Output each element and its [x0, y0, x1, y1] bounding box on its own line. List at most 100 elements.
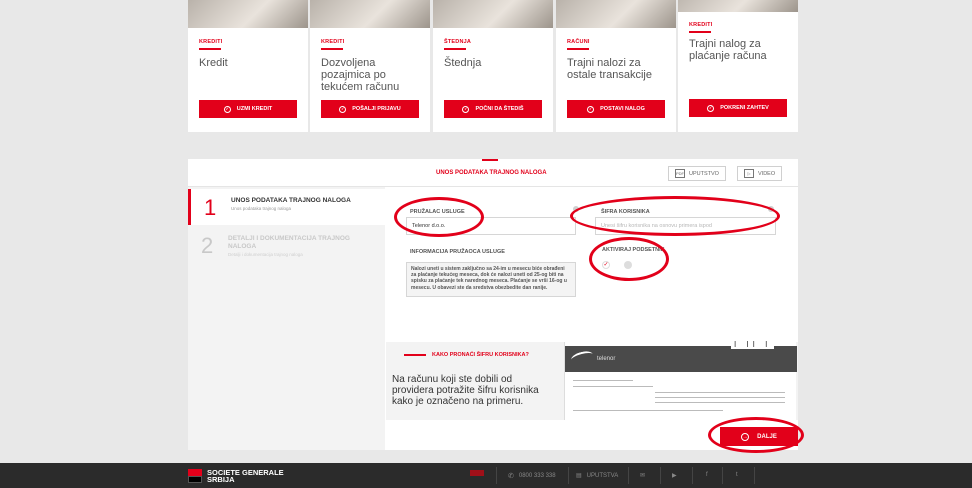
bill-line — [573, 380, 633, 381]
check-circle-icon: ✓ — [707, 104, 715, 112]
youtube-icon: ▶ — [672, 473, 677, 479]
form-title: UNOS PODATAKA TRAJNOG NALOGA — [436, 170, 547, 176]
button-label: POKRENI ZAHTEV — [720, 105, 769, 111]
button-label: POŠALJI PRIJAVU — [352, 106, 401, 112]
facebook-link[interactable]: f — [706, 472, 708, 478]
powered-by-logo — [468, 467, 486, 485]
twitter-link[interactable]: t — [736, 472, 738, 478]
manual-label: UPUTSTVO — [689, 170, 719, 177]
footer: SOCIETE GENERALE SRBIJA ✆ 0800 333 338 ▤ U… — [0, 463, 972, 488]
check-circle-icon: ✓ — [587, 105, 595, 113]
card-title: Štednja — [444, 57, 482, 69]
highlight-oval-reminder — [589, 237, 669, 281]
step-number: 1 — [204, 195, 217, 220]
pocni-da-stedis-button[interactable]: ✓ POČNI DA ŠTEDIŠ — [444, 100, 542, 118]
help-text: Na računu koji ste dobili od providera p… — [392, 374, 539, 407]
step-number: 2 — [201, 233, 214, 258]
card-stednja: ŠTEDNJA Štednja ✓ POČNI DA ŠTEDIŠ — [433, 0, 553, 132]
next-button[interactable]: → DALJE — [720, 427, 798, 446]
divider — [628, 467, 629, 484]
card-category: KREDITI — [199, 39, 223, 50]
provider-select[interactable]: Telenor d.o.o. — [406, 217, 576, 235]
card-dozvoljena-pozajmica: KREDITI Dozvoljena pozajmica po tekućem … — [310, 0, 430, 132]
user-code-input[interactable]: Unesi šifru korisnika na osnovu primera … — [595, 217, 776, 235]
card-category: KREDITI — [689, 22, 713, 33]
uzmi-kredit-button[interactable]: ✓ UZMI KREDIT — [199, 100, 297, 118]
check-circle-icon: ✓ — [462, 105, 470, 113]
card-trajni-nalog-placanje: KREDITI Trajni nalog za plaćanje računa … — [678, 0, 798, 132]
card-image — [188, 0, 308, 28]
provider-label: PRUŽALAC USLUGE — [410, 209, 465, 215]
document-icon: PDF — [675, 169, 685, 178]
facebook-icon: f — [706, 472, 708, 478]
button-label: POČNI DA ŠTEDIŠ — [475, 106, 524, 112]
phone-link[interactable]: ✆ 0800 333 338 — [508, 472, 556, 480]
divider — [754, 467, 755, 484]
help-section: KAKO PRONAĆI ŠIFRU KORISNIKA? Na računu … — [386, 340, 798, 420]
card-category: KREDITI — [321, 39, 345, 50]
reminder-label: AKTIVIRAJ PODSETNIK — [602, 247, 665, 253]
card-trajni-nalozi: RAČUNI Trajni nalozi za ostale transakci… — [556, 0, 676, 132]
card-kredit: KREDITI Kredit ✓ UZMI KREDIT — [188, 0, 308, 132]
play-icon: ▷ — [744, 169, 754, 178]
phone-icon: ✆ — [508, 473, 514, 480]
manuals-link[interactable]: ▤ UPUTSTVA — [576, 472, 619, 480]
postavi-nalog-button[interactable]: ✓ POSTAVI NALOG — [567, 100, 665, 118]
bank-name-line2: SRBIJA — [207, 475, 235, 484]
card-image — [556, 0, 676, 28]
bank-logo-icon — [188, 469, 202, 483]
product-cards: KREDITI Kredit ✓ UZMI KREDIT KREDITI Dozv… — [188, 0, 798, 132]
user-code-label: ŠIFRA KORISNIKA — [601, 209, 650, 215]
arrow-right-circle-icon: → — [741, 432, 750, 441]
bill-line — [655, 397, 785, 398]
card-title: Trajni nalozi za ostale transakcije — [567, 57, 652, 81]
pokreni-zahtev-button[interactable]: ✓ POKRENI ZAHTEV — [689, 99, 787, 117]
step-subtitle: Detalji i dokumentacija trajnog naloga — [228, 252, 303, 257]
check-circle-icon: ✓ — [223, 105, 231, 113]
video-label: VIDEO — [758, 170, 776, 177]
bill-brand: telenor — [597, 356, 616, 362]
manual-button[interactable]: PDF UPUTSTVO — [668, 166, 726, 181]
card-title: Trajni nalog za plaćanje računa — [689, 38, 767, 62]
step-1[interactable]: 1 UNOS PODATAKA TRAJNOG NALOGA Unos poda… — [188, 189, 385, 225]
card-title: Dozvoljena pozajmica po tekućem računu — [321, 57, 400, 93]
standing-order-form: UNOS PODATAKA TRAJNOG NALOGA PDF UPUTSTVO… — [188, 159, 804, 453]
card-image — [310, 0, 430, 28]
provider-info-dot — [573, 206, 579, 212]
posalji-prijavu-button[interactable]: ✓ POŠALJI PRIJAVU — [321, 100, 419, 118]
phone-number: 0800 333 338 — [518, 473, 556, 479]
help-title: KAKO PRONAĆI ŠIFRU KORISNIKA? — [432, 352, 529, 358]
bill-line — [655, 392, 785, 393]
reminder-yes-radio[interactable]: ✓ — [602, 261, 610, 269]
video-button[interactable]: ▷ VIDEO — [737, 166, 783, 181]
card-image — [678, 0, 798, 12]
steps-sidebar: 1 UNOS PODATAKA TRAJNOG NALOGA Unos poda… — [188, 187, 385, 450]
divider — [722, 467, 723, 484]
reminder-no-radio[interactable] — [624, 261, 632, 269]
card-title: Kredit — [199, 57, 228, 69]
bill-example-image: telenor I II I — [564, 340, 797, 420]
bill-line — [573, 386, 653, 387]
button-label: POSTAVI NALOG — [600, 106, 645, 112]
bank-name: SOCIETE GENERALE SRBIJA — [207, 469, 284, 484]
provider-info-text: Nalozi uneti u sistem zaključno sa 24-im… — [406, 262, 576, 297]
card-category: RAČUNI — [567, 39, 590, 50]
card-image — [433, 0, 553, 28]
step-title: DETALJI I DOKUMENTACIJA TRAJNOG NALOGA — [228, 235, 350, 250]
step-title: UNOS PODATAKA TRAJNOG NALOGA — [231, 197, 351, 204]
email-link[interactable]: ✉ — [640, 472, 645, 479]
manuals-label: UPUTSTVA — [586, 472, 619, 479]
check-circle-icon: ✓ — [339, 105, 347, 113]
user-code-info-dot — [768, 206, 774, 212]
divider — [568, 467, 569, 484]
form-header: UNOS PODATAKA TRAJNOG NALOGA PDF UPUTSTVO… — [188, 159, 798, 187]
step-subtitle: Unos podataka trajnog naloga — [231, 206, 292, 211]
document-icon: ▤ — [576, 473, 582, 479]
bill-line — [655, 402, 785, 403]
divider — [496, 467, 497, 484]
envelope-icon: ✉ — [640, 473, 646, 479]
step-2[interactable]: 2 DETALJI I DOKUMENTACIJA TRAJNOG NALOGA… — [188, 227, 385, 263]
divider — [692, 467, 693, 484]
youtube-link[interactable]: ▶ — [672, 472, 677, 479]
divider — [660, 467, 661, 484]
